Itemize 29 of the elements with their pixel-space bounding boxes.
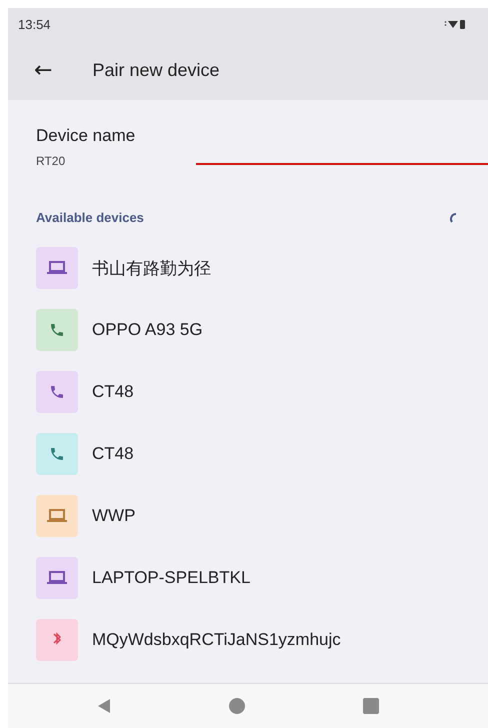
device-item[interactable]: LAPTOP-SPELBTKL xyxy=(8,547,488,609)
status-time: 13:54 xyxy=(18,16,51,32)
device-item[interactable]: OPPO A93 5G xyxy=(8,299,488,361)
device-item[interactable]: CT48 xyxy=(8,423,488,485)
device-name: LAPTOP-SPELBTKL xyxy=(92,568,250,588)
device-name: WWP xyxy=(92,506,136,526)
laptop-icon xyxy=(47,509,67,523)
device-name-label: Device name xyxy=(36,126,136,145)
device-name-value: RT20 xyxy=(36,154,66,168)
back-button[interactable]: ← xyxy=(28,58,58,82)
laptop-icon xyxy=(47,571,67,585)
device-item[interactable]: 书山有路勤为径 xyxy=(8,237,488,299)
page-title: Pair new device xyxy=(92,60,220,80)
home-nav-icon[interactable] xyxy=(229,698,245,714)
device-item[interactable]: MQyWdsbxqRCTiJaNS1yzmhujc xyxy=(8,609,488,671)
device-name: 书山有路勤为径 xyxy=(92,258,211,280)
device-name: OPPO A93 5G xyxy=(92,320,203,340)
device-item[interactable]: CT48 xyxy=(8,361,488,423)
phone-icon xyxy=(49,446,65,462)
status-icons xyxy=(444,19,466,29)
section-title: Available devices xyxy=(36,210,144,225)
device-name: CT48 xyxy=(92,444,134,464)
device-name: CT48 xyxy=(92,382,134,402)
back-nav-icon[interactable] xyxy=(97,698,111,714)
phone-icon xyxy=(49,322,65,338)
device-item[interactable]: WWP xyxy=(8,485,488,547)
laptop-icon xyxy=(47,261,67,275)
phone-icon xyxy=(49,384,65,400)
device-name: MQyWdsbxqRCTiJaNS1yzmhujc xyxy=(92,630,341,650)
